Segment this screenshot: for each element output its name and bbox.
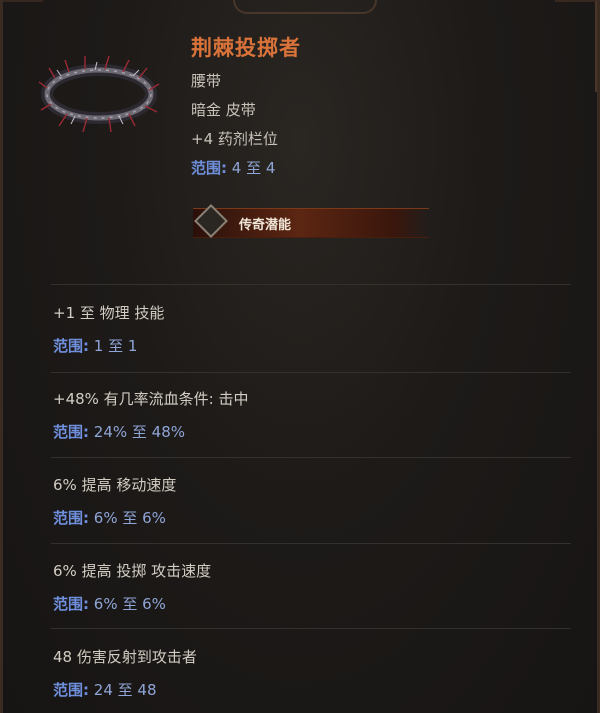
range-label: 范围: <box>53 595 89 613</box>
affix-range: 范围: 1 至 1 <box>53 335 164 356</box>
range-label: 范围: <box>53 509 89 527</box>
range-value: 6% 至 6% <box>93 595 166 613</box>
divider <box>51 457 571 458</box>
affix-range: 范围: 6% 至 6% <box>53 507 176 528</box>
range-value: 1 至 1 <box>93 337 138 355</box>
legendary-potential-bar <box>193 208 429 238</box>
thorn-belt-icon <box>38 55 160 133</box>
top-ornament <box>233 0 377 14</box>
item-header: 荆棘投掷者 腰带 暗金 皮带 +4 药剂栏位 范围: 4 至 4 <box>191 32 301 178</box>
range-value: 4 至 4 <box>231 159 276 177</box>
item-subtype: 暗金 皮带 <box>191 101 256 119</box>
affix-range: 范围: 6% 至 6% <box>53 593 211 614</box>
divider <box>51 372 571 373</box>
frame-corner-right <box>555 0 597 92</box>
range-value: 24% 至 48% <box>93 423 185 441</box>
item-name: 荆棘投掷者 <box>191 36 301 60</box>
affix-bleed-chance: +48% 有几率流血条件: 击中 范围: 24% 至 48% <box>53 388 249 442</box>
range-label: 范围: <box>53 423 89 441</box>
item-tooltip: 荆棘投掷者 腰带 暗金 皮带 +4 药剂栏位 范围: 4 至 4 传奇潜能 +1… <box>0 0 600 713</box>
affix-text: 6% 提高 投掷 攻击速度 <box>53 562 212 580</box>
range-value: 24 至 48 <box>93 681 157 699</box>
affix-text: +1 至 物理 技能 <box>53 304 165 322</box>
affix-movement-speed: 6% 提高 移动速度 范围: 6% 至 6% <box>53 474 176 528</box>
item-type: 腰带 <box>191 72 222 90</box>
affix-range: 范围: 24 至 48 <box>53 679 197 700</box>
range-value: 6% 至 6% <box>93 509 166 527</box>
affix-text: 6% 提高 移动速度 <box>53 476 177 494</box>
divider <box>51 284 571 285</box>
implicit-affix: +4 药剂栏位 <box>191 130 278 148</box>
affix-range: 范围: 24% 至 48% <box>53 421 249 442</box>
divider <box>51 628 571 629</box>
legendary-potential-label: 传奇潜能 <box>239 218 292 233</box>
implicit-range: 范围: 4 至 4 <box>191 157 301 178</box>
affix-throwing-attack-speed: 6% 提高 投掷 攻击速度 范围: 6% 至 6% <box>53 560 211 614</box>
divider <box>51 543 571 544</box>
range-label: 范围: <box>191 159 227 177</box>
affix-physical-skills: +1 至 物理 技能 范围: 1 至 1 <box>53 302 164 356</box>
affix-damage-reflect: 48 伤害反射到攻击者 范围: 24 至 48 <box>53 646 197 700</box>
affix-text: 48 伤害反射到攻击者 <box>53 648 197 666</box>
range-label: 范围: <box>53 681 89 699</box>
range-label: 范围: <box>53 337 89 355</box>
affix-text: +48% 有几率流血条件: 击中 <box>53 390 249 408</box>
